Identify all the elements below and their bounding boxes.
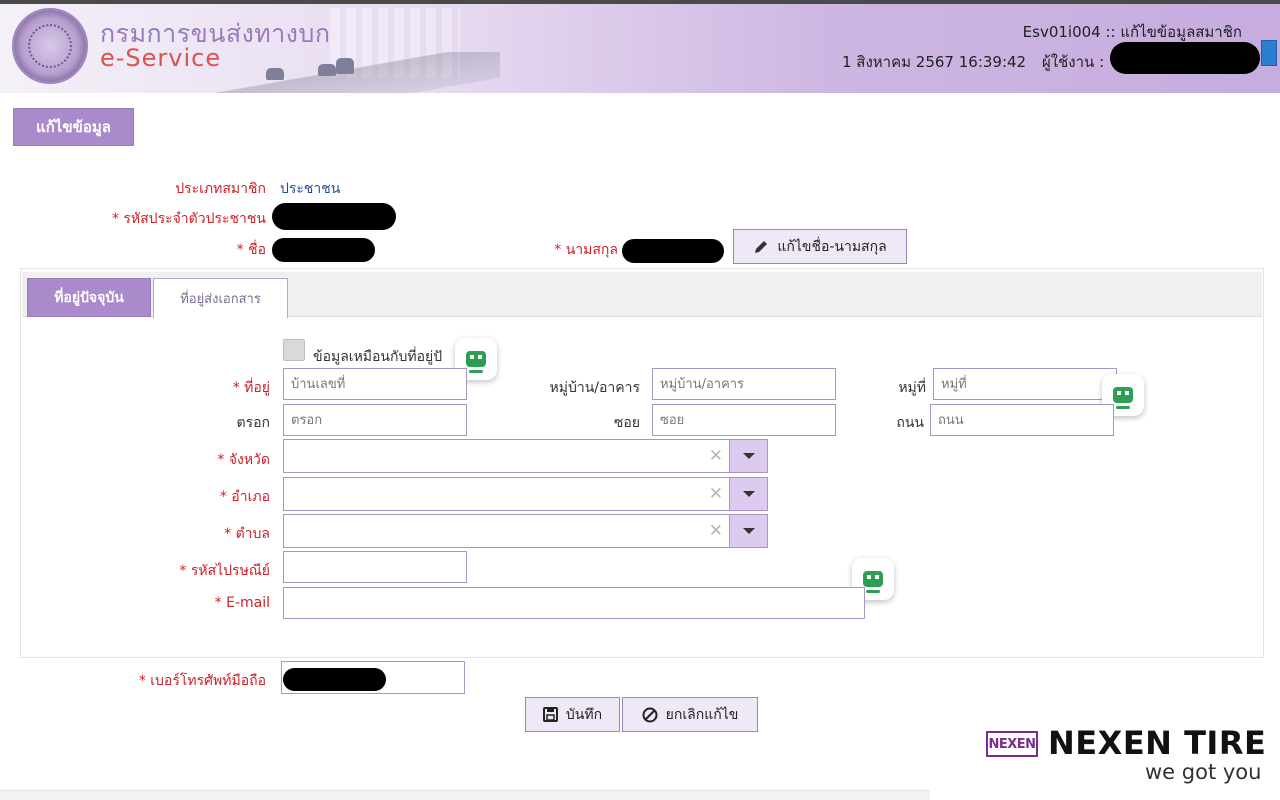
car-icon [318, 64, 336, 76]
subdistrict-label: * ตำบล [224, 526, 270, 542]
page-title-tab: แก้ไขข้อมูล [13, 108, 134, 146]
side-panel-toggle[interactable] [1261, 40, 1277, 66]
province-label: * จังหวัด [217, 452, 270, 468]
alley-label: ตรอก [236, 415, 271, 431]
road-input[interactable] [930, 404, 1114, 436]
nexen-logo-mark: NEXEN [986, 731, 1038, 757]
first-name-label: * ชื่อ [236, 242, 266, 258]
district-label: * อำเภอ [219, 489, 270, 505]
chevron-down-icon[interactable] [729, 515, 767, 547]
clear-icon[interactable]: ✕ [709, 446, 723, 466]
edit-name-button[interactable]: แก้ไขชื่อ-นามสกุล [733, 229, 907, 264]
citizen-id-label: * รหัสประจำตัวประชาชน [111, 211, 266, 227]
screen-code: Esv01i004 :: แก้ไขข้อมูลสมาชิก [1022, 23, 1242, 41]
house-no-label: * ที่อยู่ [232, 380, 270, 396]
road-label: ถนน [896, 415, 924, 431]
postcode-input[interactable] [283, 551, 467, 583]
pencil-icon [755, 240, 768, 253]
tab-mailing-address[interactable]: ที่อยู่ส่งเอกสาร [153, 278, 288, 318]
village-input[interactable] [652, 368, 836, 400]
subdistrict-select[interactable]: ✕ [283, 514, 768, 548]
ban-icon [642, 707, 658, 722]
dlt-seal-logo [12, 8, 88, 84]
moo-label: หมู่ที่ [898, 380, 926, 396]
house-no-input[interactable] [283, 368, 467, 400]
van-icon [336, 58, 354, 74]
mobile-phone-label: * เบอร์โทรศัพท์มือถือ [138, 673, 266, 689]
email-label: * E-mail [214, 595, 270, 611]
province-select[interactable]: ✕ [283, 439, 768, 473]
nexen-tagline: we got you [1145, 760, 1262, 784]
redacted-phone [283, 668, 386, 691]
eservice-title: e-Service [100, 44, 222, 72]
soi-input[interactable] [652, 404, 836, 436]
district-select[interactable]: ✕ [283, 477, 768, 511]
soi-label: ซอย [613, 415, 640, 431]
save-button-label: บันทึก [565, 706, 603, 723]
car-icon [266, 68, 284, 80]
same-address-checkbox[interactable] [283, 339, 305, 361]
footer-band [0, 790, 930, 800]
redacted-username [1110, 42, 1260, 74]
clear-icon[interactable]: ✕ [709, 484, 723, 504]
tab-current-address[interactable]: ที่อยู่ปัจจุบัน [27, 278, 151, 317]
last-name-label: * นามสกุล [554, 242, 618, 258]
village-label: หมู่บ้าน/อาคาร [549, 380, 640, 396]
email-input[interactable] [283, 587, 865, 619]
chevron-down-icon[interactable] [729, 440, 767, 472]
alley-input[interactable] [283, 404, 467, 436]
current-datetime: 1 สิงหาคม 2567 16:39:42 [842, 53, 1027, 71]
moo-input[interactable] [933, 368, 1117, 400]
edit-name-button-label: แก้ไขชื่อ-นามสกุล [777, 238, 887, 255]
member-type-value: ประชาชน [280, 181, 341, 197]
floppy-disk-icon [542, 707, 558, 722]
redacted-first-name [272, 238, 375, 262]
redacted-citizen-id [272, 203, 396, 230]
save-button[interactable]: บันทึก [525, 697, 620, 732]
redacted-last-name [622, 239, 724, 263]
cancel-edit-button-label: ยกเลิกแก้ไข [665, 706, 739, 723]
postcode-label: * รหัสไปรษณีย์ [179, 563, 270, 579]
same-address-label: ข้อมูลเหมือนกับที่อยู่ปั [313, 349, 443, 365]
user-label: ผู้ใช้งาน : [1042, 53, 1105, 71]
cancel-edit-button[interactable]: ยกเลิกแก้ไข [622, 697, 758, 732]
chevron-down-icon[interactable] [729, 478, 767, 510]
member-type-label: ประเภทสมาชิก [175, 181, 266, 197]
nexen-brand-name: NEXEN TIRE [1048, 724, 1267, 762]
clear-icon[interactable]: ✕ [709, 521, 723, 541]
